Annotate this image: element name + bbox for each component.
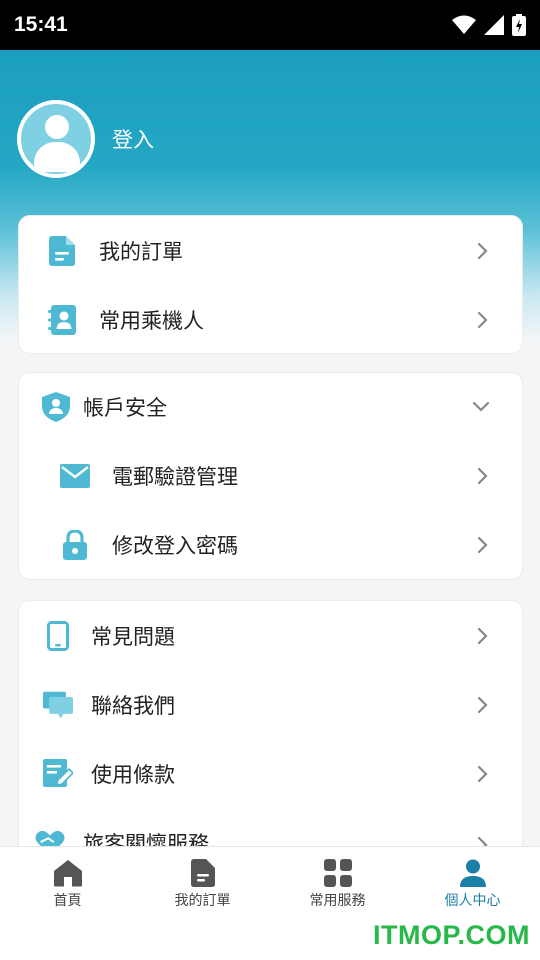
help-card: 常見問題 聯絡我們 使用條款 旅客關懷服務 (18, 600, 523, 870)
menu-item-my-orders[interactable]: 我的訂單 (19, 216, 522, 285)
account-security-label: 帳戶安全 (83, 396, 167, 420)
menu-item-label: 我的訂單 (99, 239, 183, 264)
login-label[interactable]: 登入 (112, 124, 154, 154)
status-icons (452, 14, 526, 36)
nav-label: 常用服務 (309, 893, 366, 909)
nav-label: 首頁 (53, 893, 82, 909)
chevron-right-icon (477, 311, 488, 329)
orders-card: 我的訂單 常用乘機人 (18, 215, 523, 354)
chevron-right-icon (477, 765, 488, 783)
nav-label: 個人中心 (444, 893, 501, 909)
menu-item-label: 聯絡我們 (91, 693, 175, 718)
menu-item-label: 使用條款 (91, 762, 175, 787)
chevron-right-icon (477, 627, 488, 645)
menu-item-frequent-passengers[interactable]: 常用乘機人 (19, 285, 522, 353)
contact-book-icon (47, 304, 77, 335)
nav-my-orders[interactable]: 我的訂單 (135, 859, 270, 910)
chevron-right-icon (477, 696, 488, 714)
menu-item-terms[interactable]: 使用條款 (19, 739, 522, 808)
chevron-down-icon (472, 401, 490, 412)
mail-icon (60, 461, 90, 491)
menu-item-label: 常用乘機人 (99, 308, 204, 333)
status-time: 15:41 (14, 13, 68, 36)
document-icon (47, 235, 77, 266)
chevron-right-icon (477, 242, 488, 260)
home-icon (53, 860, 82, 887)
lock-icon (60, 529, 90, 560)
menu-item-change-password[interactable]: 修改登入密碼 (19, 510, 522, 579)
grid-icon (323, 859, 352, 887)
menu-item-contact-us[interactable]: 聯絡我們 (19, 670, 522, 739)
menu-item-email-verification[interactable]: 電郵驗證管理 (19, 441, 522, 510)
menu-item-label: 電郵驗證管理 (112, 464, 238, 489)
account-security-header[interactable]: 帳戶安全 (19, 373, 522, 441)
wifi-icon (452, 15, 476, 34)
signal-icon (484, 15, 504, 35)
menu-item-label: 修改登入密碼 (112, 533, 238, 558)
battery-icon (512, 14, 526, 36)
nav-services[interactable]: 常用服務 (270, 859, 405, 910)
person-icon (459, 859, 486, 887)
chat-icon (43, 690, 73, 720)
profile-login[interactable]: 登入 (17, 100, 154, 178)
menu-item-label: 常見問題 (91, 624, 175, 649)
edit-document-icon (43, 758, 73, 789)
nav-home[interactable]: 首頁 (0, 859, 135, 910)
document-icon (190, 859, 215, 887)
watermark: ITMOP.COM (372, 920, 530, 950)
security-card: 帳戶安全 電郵驗證管理 修改登入密碼 (18, 372, 523, 580)
avatar-icon[interactable] (17, 100, 95, 178)
status-bar: 15:41 (0, 0, 540, 50)
chevron-right-icon (477, 467, 488, 485)
menu-item-faq[interactable]: 常見問題 (19, 601, 522, 670)
shield-user-icon (41, 392, 71, 422)
phone-icon (43, 620, 73, 651)
nav-label: 我的訂單 (174, 893, 231, 909)
nav-personal-center[interactable]: 個人中心 (405, 859, 540, 910)
chevron-right-icon (477, 536, 488, 554)
